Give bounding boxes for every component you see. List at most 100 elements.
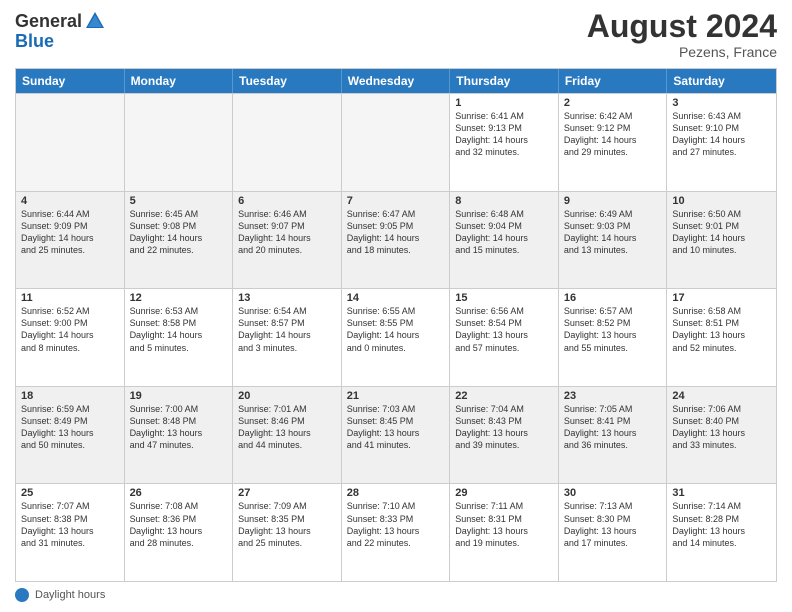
cal-header-friday: Friday [559,69,668,93]
day-info: Sunrise: 6:57 AM Sunset: 8:52 PM Dayligh… [564,305,662,354]
cal-row-4: 25Sunrise: 7:07 AM Sunset: 8:38 PM Dayli… [16,483,776,581]
day-number: 13 [238,292,336,304]
cal-cell-r4-c6: 31Sunrise: 7:14 AM Sunset: 8:28 PM Dayli… [667,484,776,581]
day-number: 10 [672,195,771,207]
day-info: Sunrise: 7:03 AM Sunset: 8:45 PM Dayligh… [347,403,445,452]
cal-cell-r0-c4: 1Sunrise: 6:41 AM Sunset: 9:13 PM Daylig… [450,94,559,191]
day-info: Sunrise: 6:44 AM Sunset: 9:09 PM Dayligh… [21,208,119,257]
day-number: 5 [130,195,228,207]
day-number: 22 [455,390,553,402]
cal-cell-r4-c3: 28Sunrise: 7:10 AM Sunset: 8:33 PM Dayli… [342,484,451,581]
cal-row-2: 11Sunrise: 6:52 AM Sunset: 9:00 PM Dayli… [16,288,776,386]
day-number: 2 [564,97,662,109]
day-info: Sunrise: 7:01 AM Sunset: 8:46 PM Dayligh… [238,403,336,452]
cal-cell-r0-c3 [342,94,451,191]
day-number: 6 [238,195,336,207]
cal-cell-r2-c6: 17Sunrise: 6:58 AM Sunset: 8:51 PM Dayli… [667,289,776,386]
day-info: Sunrise: 7:00 AM Sunset: 8:48 PM Dayligh… [130,403,228,452]
day-number: 11 [21,292,119,304]
cal-cell-r1-c4: 8Sunrise: 6:48 AM Sunset: 9:04 PM Daylig… [450,192,559,289]
cal-cell-r3-c0: 18Sunrise: 6:59 AM Sunset: 8:49 PM Dayli… [16,387,125,484]
daylight-icon [15,588,29,602]
cal-cell-r2-c3: 14Sunrise: 6:55 AM Sunset: 8:55 PM Dayli… [342,289,451,386]
logo: General Blue [15,10,106,52]
month-year-title: August 2024 [587,10,777,42]
cal-cell-r1-c1: 5Sunrise: 6:45 AM Sunset: 9:08 PM Daylig… [125,192,234,289]
cal-cell-r3-c5: 23Sunrise: 7:05 AM Sunset: 8:41 PM Dayli… [559,387,668,484]
cal-header-tuesday: Tuesday [233,69,342,93]
cal-cell-r1-c2: 6Sunrise: 6:46 AM Sunset: 9:07 PM Daylig… [233,192,342,289]
day-info: Sunrise: 6:53 AM Sunset: 8:58 PM Dayligh… [130,305,228,354]
day-info: Sunrise: 6:45 AM Sunset: 9:08 PM Dayligh… [130,208,228,257]
calendar-header-row: SundayMondayTuesdayWednesdayThursdayFrid… [16,69,776,93]
day-number: 1 [455,97,553,109]
day-number: 23 [564,390,662,402]
day-info: Sunrise: 6:54 AM Sunset: 8:57 PM Dayligh… [238,305,336,354]
cal-cell-r3-c6: 24Sunrise: 7:06 AM Sunset: 8:40 PM Dayli… [667,387,776,484]
day-info: Sunrise: 6:50 AM Sunset: 9:01 PM Dayligh… [672,208,771,257]
cal-header-sunday: Sunday [16,69,125,93]
day-info: Sunrise: 7:06 AM Sunset: 8:40 PM Dayligh… [672,403,771,452]
logo-icon [84,10,106,32]
cal-cell-r4-c5: 30Sunrise: 7:13 AM Sunset: 8:30 PM Dayli… [559,484,668,581]
cal-header-wednesday: Wednesday [342,69,451,93]
cal-cell-r1-c6: 10Sunrise: 6:50 AM Sunset: 9:01 PM Dayli… [667,192,776,289]
day-info: Sunrise: 6:43 AM Sunset: 9:10 PM Dayligh… [672,110,771,159]
day-number: 12 [130,292,228,304]
cal-cell-r3-c1: 19Sunrise: 7:00 AM Sunset: 8:48 PM Dayli… [125,387,234,484]
cal-header-monday: Monday [125,69,234,93]
day-info: Sunrise: 7:09 AM Sunset: 8:35 PM Dayligh… [238,500,336,549]
day-info: Sunrise: 7:13 AM Sunset: 8:30 PM Dayligh… [564,500,662,549]
cal-cell-r2-c0: 11Sunrise: 6:52 AM Sunset: 9:00 PM Dayli… [16,289,125,386]
day-info: Sunrise: 6:47 AM Sunset: 9:05 PM Dayligh… [347,208,445,257]
day-number: 21 [347,390,445,402]
day-number: 26 [130,487,228,499]
daylight-label: Daylight hours [35,589,105,601]
day-number: 17 [672,292,771,304]
cal-cell-r2-c4: 15Sunrise: 6:56 AM Sunset: 8:54 PM Dayli… [450,289,559,386]
day-info: Sunrise: 7:05 AM Sunset: 8:41 PM Dayligh… [564,403,662,452]
calendar: SundayMondayTuesdayWednesdayThursdayFrid… [15,68,777,582]
cal-cell-r1-c5: 9Sunrise: 6:49 AM Sunset: 9:03 PM Daylig… [559,192,668,289]
location-text: Pezens, France [587,44,777,60]
day-info: Sunrise: 6:46 AM Sunset: 9:07 PM Dayligh… [238,208,336,257]
cal-cell-r3-c4: 22Sunrise: 7:04 AM Sunset: 8:43 PM Dayli… [450,387,559,484]
page: General Blue August 2024 Pezens, France … [0,0,792,612]
day-number: 28 [347,487,445,499]
cal-cell-r4-c1: 26Sunrise: 7:08 AM Sunset: 8:36 PM Dayli… [125,484,234,581]
cal-row-0: 1Sunrise: 6:41 AM Sunset: 9:13 PM Daylig… [16,93,776,191]
day-info: Sunrise: 7:04 AM Sunset: 8:43 PM Dayligh… [455,403,553,452]
cal-cell-r2-c2: 13Sunrise: 6:54 AM Sunset: 8:57 PM Dayli… [233,289,342,386]
day-number: 9 [564,195,662,207]
day-number: 7 [347,195,445,207]
day-info: Sunrise: 7:08 AM Sunset: 8:36 PM Dayligh… [130,500,228,549]
day-info: Sunrise: 6:49 AM Sunset: 9:03 PM Dayligh… [564,208,662,257]
day-info: Sunrise: 6:55 AM Sunset: 8:55 PM Dayligh… [347,305,445,354]
day-info: Sunrise: 7:11 AM Sunset: 8:31 PM Dayligh… [455,500,553,549]
cal-header-saturday: Saturday [667,69,776,93]
day-number: 18 [21,390,119,402]
day-number: 3 [672,97,771,109]
day-number: 31 [672,487,771,499]
footer: Daylight hours [15,588,777,602]
logo-blue-text: Blue [15,31,54,51]
cal-cell-r0-c5: 2Sunrise: 6:42 AM Sunset: 9:12 PM Daylig… [559,94,668,191]
day-info: Sunrise: 6:58 AM Sunset: 8:51 PM Dayligh… [672,305,771,354]
day-number: 27 [238,487,336,499]
day-info: Sunrise: 6:48 AM Sunset: 9:04 PM Dayligh… [455,208,553,257]
cal-cell-r4-c4: 29Sunrise: 7:11 AM Sunset: 8:31 PM Dayli… [450,484,559,581]
cal-row-3: 18Sunrise: 6:59 AM Sunset: 8:49 PM Dayli… [16,386,776,484]
cal-header-thursday: Thursday [450,69,559,93]
logo-general-text: General [15,12,82,30]
cal-cell-r0-c2 [233,94,342,191]
day-number: 15 [455,292,553,304]
cal-cell-r2-c1: 12Sunrise: 6:53 AM Sunset: 8:58 PM Dayli… [125,289,234,386]
day-info: Sunrise: 6:56 AM Sunset: 8:54 PM Dayligh… [455,305,553,354]
day-number: 14 [347,292,445,304]
cal-cell-r1-c3: 7Sunrise: 6:47 AM Sunset: 9:05 PM Daylig… [342,192,451,289]
cal-cell-r4-c2: 27Sunrise: 7:09 AM Sunset: 8:35 PM Dayli… [233,484,342,581]
day-info: Sunrise: 7:10 AM Sunset: 8:33 PM Dayligh… [347,500,445,549]
day-info: Sunrise: 6:41 AM Sunset: 9:13 PM Dayligh… [455,110,553,159]
day-info: Sunrise: 6:52 AM Sunset: 9:00 PM Dayligh… [21,305,119,354]
cal-cell-r3-c2: 20Sunrise: 7:01 AM Sunset: 8:46 PM Dayli… [233,387,342,484]
